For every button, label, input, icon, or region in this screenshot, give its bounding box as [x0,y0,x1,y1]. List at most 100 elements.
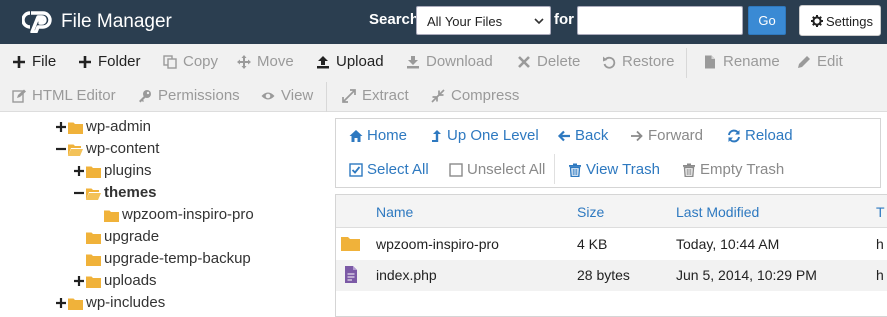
chevron-down-icon [534,18,544,25]
checkbox-checked-icon [349,163,363,177]
gear-icon [811,15,823,27]
close-icon [518,56,530,68]
expand-plus-icon[interactable] [74,276,84,286]
tree-item-label: wp-admin [86,118,152,135]
file-modified: Jun 5, 2014, 10:29 PM [676,267,817,283]
download-icon [407,56,419,69]
top-header: File Manager Search All Your Files for G… [0,0,887,44]
trash-icon [569,163,581,177]
new-folder-label: Folder [98,53,141,70]
reload-label: Reload [745,127,793,144]
copy-label: Copy [183,53,219,70]
html-editor-label: HTML Editor [32,87,116,104]
folder-icon [104,210,119,222]
table-row[interactable]: index.php 28 bytes Jun 5, 2014, 10:29 PM… [336,260,887,291]
php-file-icon [345,266,357,283]
search-scope-select[interactable]: All Your Files [416,6,551,35]
folder-icon [86,276,101,288]
arrow-left-icon [557,130,570,142]
folder-icon [86,166,101,178]
file-type: h [876,267,884,283]
table-row[interactable]: wpzoom-inspiro-pro 4 KB Today, 10:44 AM … [336,229,887,260]
search-input[interactable] [577,6,743,35]
for-label: for [554,11,574,28]
folder-icon [86,232,101,244]
column-header-size[interactable]: Size [577,204,604,220]
nav-divider [554,154,555,184]
toolbar-divider [326,82,327,112]
toolbar: File Folder Copy Move Upload Download De… [0,44,887,112]
rename-label: Rename [723,53,780,70]
folder-icon [68,298,83,310]
file-name: index.php [376,267,437,283]
navigation-bar: Home Up One Level Back Forward Reload Se… [335,118,881,188]
folder-icon [86,254,101,266]
search-label: Search [369,11,420,28]
tree-item-label: wpzoom-inspiro-pro [122,206,254,223]
folder-tree: wp-admin wp-content plugins themes wpzoo… [0,112,333,317]
file-type: h [876,236,884,252]
view-trash-label: View Trash [586,161,660,178]
expand-plus-icon[interactable] [56,298,66,308]
settings-button[interactable]: Settings [799,5,881,36]
home-icon [349,130,363,142]
copy-icon [163,55,177,69]
file-name: wpzoom-inspiro-pro [376,236,499,252]
arrow-right-icon [631,130,643,142]
home-label: Home [367,127,408,144]
select-all-label: Select All [367,161,429,178]
tree-item-label: wp-content [86,140,160,157]
download-label: Download [426,53,493,70]
column-header-name[interactable]: Name [376,204,413,220]
table-header: Name Size Last Modified T [336,195,887,228]
settings-label: Settings [826,14,873,29]
upload-icon [317,56,329,69]
restore-label: Restore [622,53,675,70]
extract-label: Extract [362,87,409,104]
up-one-level-label: Up One Level [447,127,539,144]
expand-plus-icon[interactable] [56,122,66,132]
back-label: Back [575,127,609,144]
eye-icon [261,92,275,100]
pencil-icon [798,56,810,68]
file-size: 28 bytes [577,267,630,283]
move-icon [237,55,251,69]
move-label: Move [257,53,294,70]
delete-label: Delete [537,53,581,70]
tree-item-label: uploads [104,272,157,289]
edit-icon [12,89,26,103]
folder-icon [68,122,83,134]
folder-open-icon [86,188,101,200]
refresh-icon [728,129,740,143]
trash-icon [683,163,695,177]
level-up-icon [432,130,441,142]
edit-label: Edit [817,53,843,70]
expand-plus-icon[interactable] [74,166,84,176]
column-header-last-modified[interactable]: Last Modified [676,204,759,220]
forward-label: Forward [648,127,704,144]
plus-icon [13,56,25,68]
search-scope-value: All Your Files [427,14,503,29]
new-file-label: File [32,53,57,70]
tree-item-label: plugins [104,162,152,179]
toolbar-divider [686,48,687,78]
upload-label: Upload [336,53,384,70]
cpanel-logo-icon [22,11,52,33]
file-icon [705,55,715,69]
tree-item-label: wp-includes [86,294,166,311]
compress-icon [431,89,445,103]
collapse-minus-icon[interactable] [74,188,84,198]
column-header-type[interactable]: T [876,204,885,220]
permissions-label: Permissions [158,87,240,104]
app-title: File Manager [61,11,172,32]
collapse-minus-icon[interactable] [56,144,66,154]
file-list-table: Name Size Last Modified T wpzoom-inspiro… [335,194,887,317]
key-icon [139,90,151,103]
expand-icon [342,89,356,103]
compress-label: Compress [451,87,520,104]
checkbox-empty-icon [449,163,463,177]
tree-item-label: upgrade-temp-backup [104,250,251,267]
go-button[interactable]: Go [748,6,786,35]
file-size: 4 KB [577,236,608,252]
unselect-all-label: Unselect All [467,161,546,178]
